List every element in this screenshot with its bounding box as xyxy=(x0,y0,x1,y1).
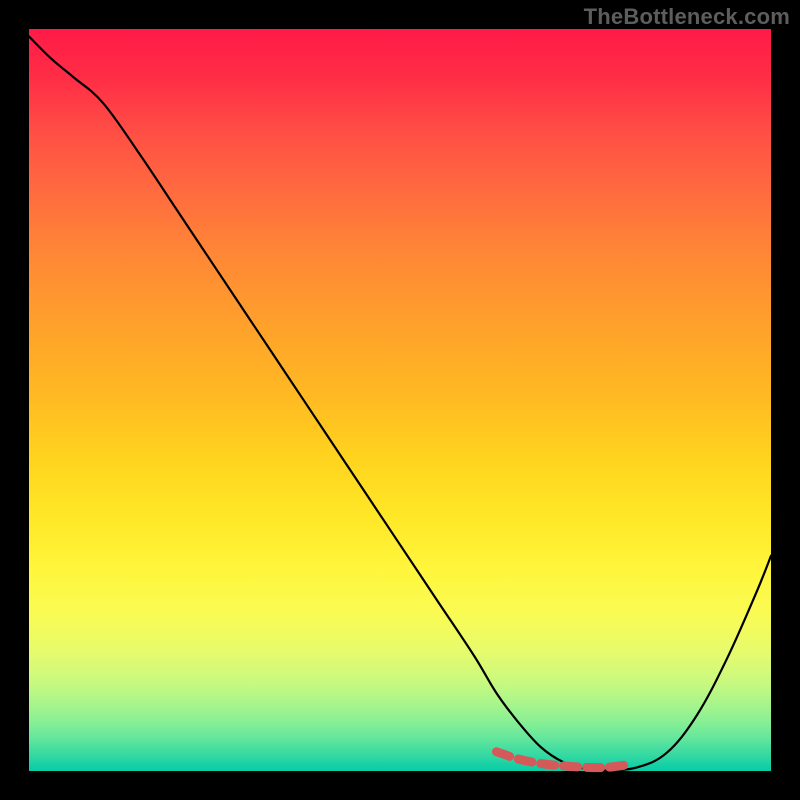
watermark-text: TheBottleneck.com xyxy=(584,4,790,30)
valley-highlight-line xyxy=(496,752,630,768)
chart-container: TheBottleneck.com xyxy=(0,0,800,800)
bottleneck-curve-line xyxy=(29,36,771,770)
plot-area xyxy=(29,29,771,771)
chart-svg xyxy=(29,29,771,771)
